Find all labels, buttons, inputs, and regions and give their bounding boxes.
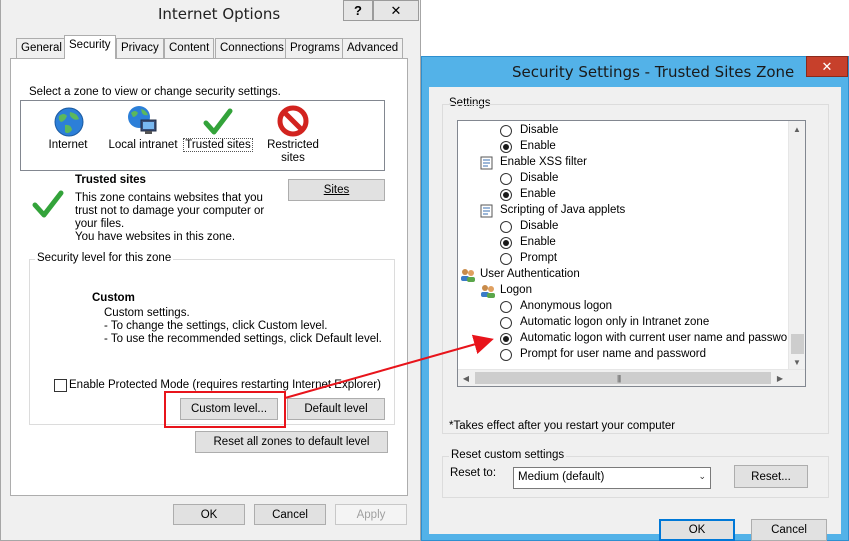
setting-label: User Authentication bbox=[480, 268, 580, 280]
users-icon bbox=[480, 284, 495, 298]
setting-label: Scripting of Java applets bbox=[500, 204, 626, 216]
cancel-button[interactable]: Cancel bbox=[751, 519, 827, 541]
level-title: Custom bbox=[92, 292, 135, 304]
close-button[interactable]: ✕ bbox=[373, 0, 419, 21]
restart-note: *Takes effect after you restart your com… bbox=[449, 420, 676, 432]
reset-to-select[interactable]: Medium (default) ⌄ bbox=[513, 467, 711, 489]
setting-label: Anonymous logon bbox=[520, 300, 613, 312]
intranet-icon bbox=[128, 106, 157, 134]
setting-label: Automatic logon with current user name a… bbox=[520, 332, 798, 344]
zone-title: Trusted sites bbox=[75, 174, 146, 186]
level-line: Custom settings. bbox=[104, 307, 190, 319]
reset-all-zones-button[interactable]: Reset all zones to default level bbox=[195, 431, 388, 453]
radio-button[interactable] bbox=[500, 173, 512, 185]
setting-label: Prompt for user name and password bbox=[520, 348, 707, 360]
tab-privacy[interactable]: Privacy bbox=[116, 38, 164, 58]
ok-button[interactable]: OK bbox=[173, 504, 245, 525]
hscroll-thumb[interactable]: ||| bbox=[475, 372, 771, 384]
zone-list: Internet Local intranet Trusted sites Re… bbox=[20, 100, 385, 171]
setting-label: Disable bbox=[520, 220, 559, 232]
ok-button[interactable]: OK bbox=[659, 519, 735, 541]
radio-button[interactable] bbox=[500, 221, 512, 233]
checkmark-icon bbox=[203, 108, 233, 135]
scroll-right-icon[interactable]: ▶ bbox=[772, 370, 788, 386]
settings-list[interactable]: Disable Enable Enable XSS filter Disable Ena… bbox=[457, 120, 806, 387]
vertical-scrollbar[interactable]: ▲ ▼ bbox=[788, 121, 805, 371]
default-level-button[interactable]: Default level bbox=[287, 398, 385, 420]
setting-label: Enable bbox=[520, 188, 556, 200]
security-level-label: Security level for this zone bbox=[35, 252, 174, 264]
scroll-down-icon[interactable]: ▼ bbox=[789, 354, 805, 370]
users-icon bbox=[460, 268, 475, 282]
sites-button[interactable]: Sites bbox=[288, 179, 385, 201]
tab-content[interactable]: Content bbox=[164, 38, 215, 58]
security-settings-body: Settings Disable Enable Enable XSS filter D… bbox=[429, 87, 841, 541]
trusted-checkmark-icon bbox=[32, 190, 64, 218]
zone-description-line: your files. bbox=[75, 218, 125, 230]
help-button[interactable]: ? bbox=[343, 0, 373, 21]
radio-button[interactable] bbox=[500, 237, 512, 249]
zone-description-line: This zone contains websites that you bbox=[75, 192, 263, 204]
reset-custom-label: Reset custom settings bbox=[449, 449, 567, 461]
radio-button[interactable] bbox=[500, 333, 512, 345]
reset-button[interactable]: Reset... bbox=[734, 465, 808, 488]
security-settings-window: Security Settings - Trusted Sites Zone ✕… bbox=[421, 56, 849, 541]
tab-advanced[interactable]: Advanced bbox=[342, 38, 404, 58]
apply-button[interactable]: Apply bbox=[335, 504, 407, 525]
zone-local-intranet-label: Local intranet bbox=[108, 139, 178, 151]
reset-to-value: Medium (default) bbox=[518, 471, 605, 483]
radio-button[interactable] bbox=[500, 317, 512, 329]
restricted-icon bbox=[277, 105, 309, 137]
zone-restricted-sites[interactable]: Restricted sites bbox=[258, 101, 328, 171]
tab-security[interactable]: Security bbox=[64, 35, 116, 59]
custom-level-highlight bbox=[164, 391, 286, 428]
setting-label: Disable bbox=[520, 124, 559, 136]
protected-mode-label: Enable Protected Mode (requires restarti… bbox=[69, 379, 381, 391]
globe-icon bbox=[54, 107, 84, 137]
script-setting-icon bbox=[480, 156, 494, 170]
chevron-down-icon: ⌄ bbox=[698, 471, 706, 481]
zone-trusted-sites-label: Trusted sites bbox=[183, 138, 253, 152]
radio-button[interactable] bbox=[500, 125, 512, 137]
close-button[interactable]: ✕ bbox=[806, 56, 848, 77]
zone-internet[interactable]: Internet bbox=[33, 101, 103, 171]
radio-button[interactable] bbox=[500, 349, 512, 361]
grip-icon: ||| bbox=[617, 374, 621, 383]
level-line: - To change the settings, click Custom l… bbox=[104, 320, 328, 332]
setting-label: Enable bbox=[520, 140, 556, 152]
setting-label: Enable bbox=[520, 236, 556, 248]
scroll-thumb[interactable] bbox=[791, 334, 804, 354]
setting-label: Logon bbox=[500, 284, 532, 296]
radio-button[interactable] bbox=[500, 253, 512, 265]
tab-connections[interactable]: Connections bbox=[215, 38, 289, 58]
zone-restricted-sites-label: Restricted sites bbox=[267, 139, 319, 164]
reset-to-label: Reset to: bbox=[450, 467, 497, 479]
setting-label: Enable XSS filter bbox=[500, 156, 587, 168]
setting-label: Disable bbox=[520, 172, 559, 184]
tab-programs[interactable]: Programs bbox=[285, 38, 345, 58]
radio-button[interactable] bbox=[500, 189, 512, 201]
window-title: Security Settings - Trusted Sites Zone bbox=[512, 63, 795, 81]
cancel-button[interactable]: Cancel bbox=[254, 504, 326, 525]
radio-button[interactable] bbox=[500, 301, 512, 313]
horizontal-scrollbar[interactable]: ◀ ||| ▶ bbox=[458, 369, 805, 386]
setting-label: Prompt bbox=[520, 252, 558, 264]
zone-internet-label: Internet bbox=[48, 139, 88, 151]
zone-trusted-sites[interactable]: Trusted sites bbox=[183, 101, 253, 171]
radio-button[interactable] bbox=[500, 141, 512, 153]
tab-general[interactable]: General bbox=[16, 38, 67, 58]
zone-description-line: trust not to damage your computer or bbox=[75, 205, 265, 217]
sites-button-label: Sites bbox=[323, 184, 350, 196]
zone-prompt: Select a zone to view or change security… bbox=[29, 86, 281, 98]
script-setting-icon bbox=[480, 204, 494, 218]
zone-local-intranet[interactable]: Local intranet bbox=[108, 101, 178, 171]
scroll-left-icon[interactable]: ◀ bbox=[458, 370, 474, 386]
level-line: - To use the recommended settings, click… bbox=[104, 333, 382, 345]
window-title: Internet Options bbox=[158, 5, 281, 23]
protected-mode-checkbox[interactable] bbox=[54, 379, 67, 392]
setting-label: Automatic logon only in Intranet zone bbox=[520, 316, 710, 328]
internet-options-window: Internet Options ? ✕ General Security Pr… bbox=[0, 0, 421, 541]
zone-description-line: You have websites in this zone. bbox=[75, 231, 236, 243]
scroll-up-icon[interactable]: ▲ bbox=[789, 121, 805, 137]
